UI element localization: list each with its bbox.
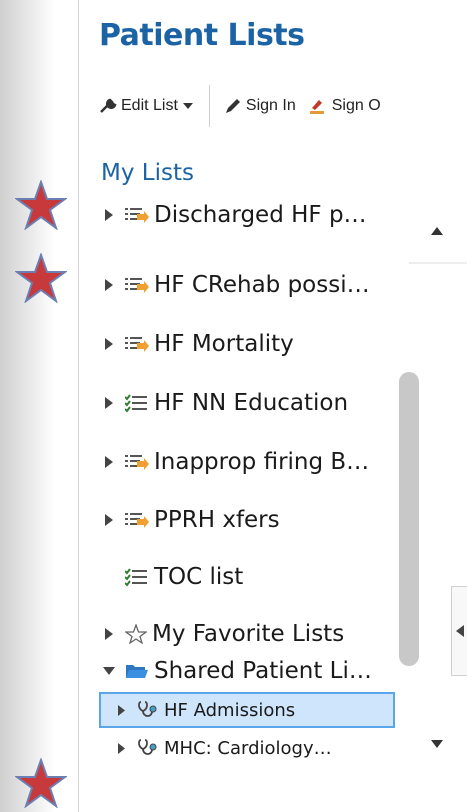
scroll-down-icon[interactable] (431, 740, 443, 748)
edit-list-button[interactable]: Edit List (99, 97, 197, 115)
tree-item-label: My Favorite Lists (152, 621, 345, 647)
list-icon (125, 205, 149, 225)
tree-item-discharged-hf[interactable]: Discharged HF p… (103, 195, 367, 235)
tree-item-label: TOC list (154, 564, 244, 590)
expand-arrow-icon[interactable] (103, 209, 115, 221)
sign-stamp-icon (309, 100, 324, 114)
sign-in-label: Sign In (245, 97, 296, 114)
list-icon (125, 452, 149, 472)
sign-out-label: Sign O (331, 97, 381, 114)
patient-lists-panel: Patient Lists Edit List Sign In Sign O M… (78, 0, 467, 812)
tree-item-label: HF NN Education (154, 390, 349, 416)
tree-item-label: HF CRehab possi… (154, 272, 370, 298)
tree-item-hf-admissions[interactable]: HF Admissions (115, 692, 295, 728)
toolbar-divider (208, 85, 210, 127)
tree-item-label: Shared Patient Li… (154, 658, 372, 684)
tree-item-mhc-cardiology[interactable]: MHC: Cardiology… (115, 730, 332, 766)
checklist-icon (125, 393, 149, 413)
expand-arrow-icon[interactable] (103, 628, 115, 640)
tree-item-shared-patient-lists[interactable]: Shared Patient Li… (103, 651, 372, 691)
tree-item-label: MHC: Cardiology… (164, 737, 332, 759)
tree-item-label: HF Mortality (154, 331, 294, 357)
expand-arrow-icon[interactable] (103, 338, 115, 350)
list-icon (125, 275, 149, 295)
annotation-star-icon (15, 253, 67, 303)
tree-item-hf-nn-education[interactable]: HF NN Education (103, 383, 348, 423)
tree-item-label: Inapprop firing B… (154, 449, 370, 475)
my-lists-heading: My Lists (101, 160, 194, 186)
sign-in-button[interactable]: Sign In (224, 97, 296, 115)
expand-arrow-icon[interactable] (103, 514, 115, 526)
scrollbar-thumb[interactable] (399, 372, 419, 666)
expand-arrow-icon[interactable] (103, 456, 115, 468)
edit-list-label: Edit List (121, 97, 178, 114)
tree-item-hf-crehab[interactable]: HF CRehab possi… (103, 265, 370, 305)
collapse-arrow-icon[interactable] (103, 667, 115, 675)
wrench-icon (100, 98, 117, 113)
expand-arrow-icon[interactable] (103, 397, 115, 409)
tree-item-pprh-xfers[interactable]: PPRH xfers (103, 500, 280, 540)
stethoscope-icon (137, 700, 159, 720)
tree-item-hf-mortality[interactable]: HF Mortality (103, 324, 294, 364)
expand-arrow-icon[interactable] (115, 704, 127, 716)
list-icon (125, 510, 149, 530)
tree-item-toc-list[interactable]: TOC list (103, 557, 243, 597)
annotation-star-icon (15, 180, 67, 230)
folder-icon (125, 661, 149, 681)
chevron-left-icon (456, 625, 464, 637)
scroll-up-icon[interactable] (431, 227, 443, 235)
tree-item-label: Discharged HF p… (154, 202, 367, 228)
sign-out-button[interactable]: Sign O (308, 97, 381, 115)
scroll-divider (409, 262, 467, 264)
expand-arrow-icon[interactable] (115, 742, 127, 754)
checklist-icon (125, 567, 149, 587)
toolbar: Edit List Sign In Sign O (79, 80, 467, 132)
annotation-star-icon (15, 758, 67, 808)
star-outline-icon (125, 624, 147, 644)
tree-item-label: HF Admissions (164, 699, 296, 721)
expand-arrow-icon[interactable] (103, 279, 115, 291)
chevron-down-icon (182, 103, 193, 109)
pen-icon (225, 99, 240, 113)
stethoscope-icon (137, 738, 159, 758)
tree-item-label: PPRH xfers (154, 507, 280, 533)
page-title: Patient Lists (99, 18, 305, 53)
list-icon (125, 334, 149, 354)
collapse-pane-handle[interactable] (451, 586, 467, 676)
tree-item-inapprop-firing[interactable]: Inapprop firing B… (103, 442, 369, 482)
tree-item-my-favorite-lists[interactable]: My Favorite Lists (103, 614, 344, 654)
